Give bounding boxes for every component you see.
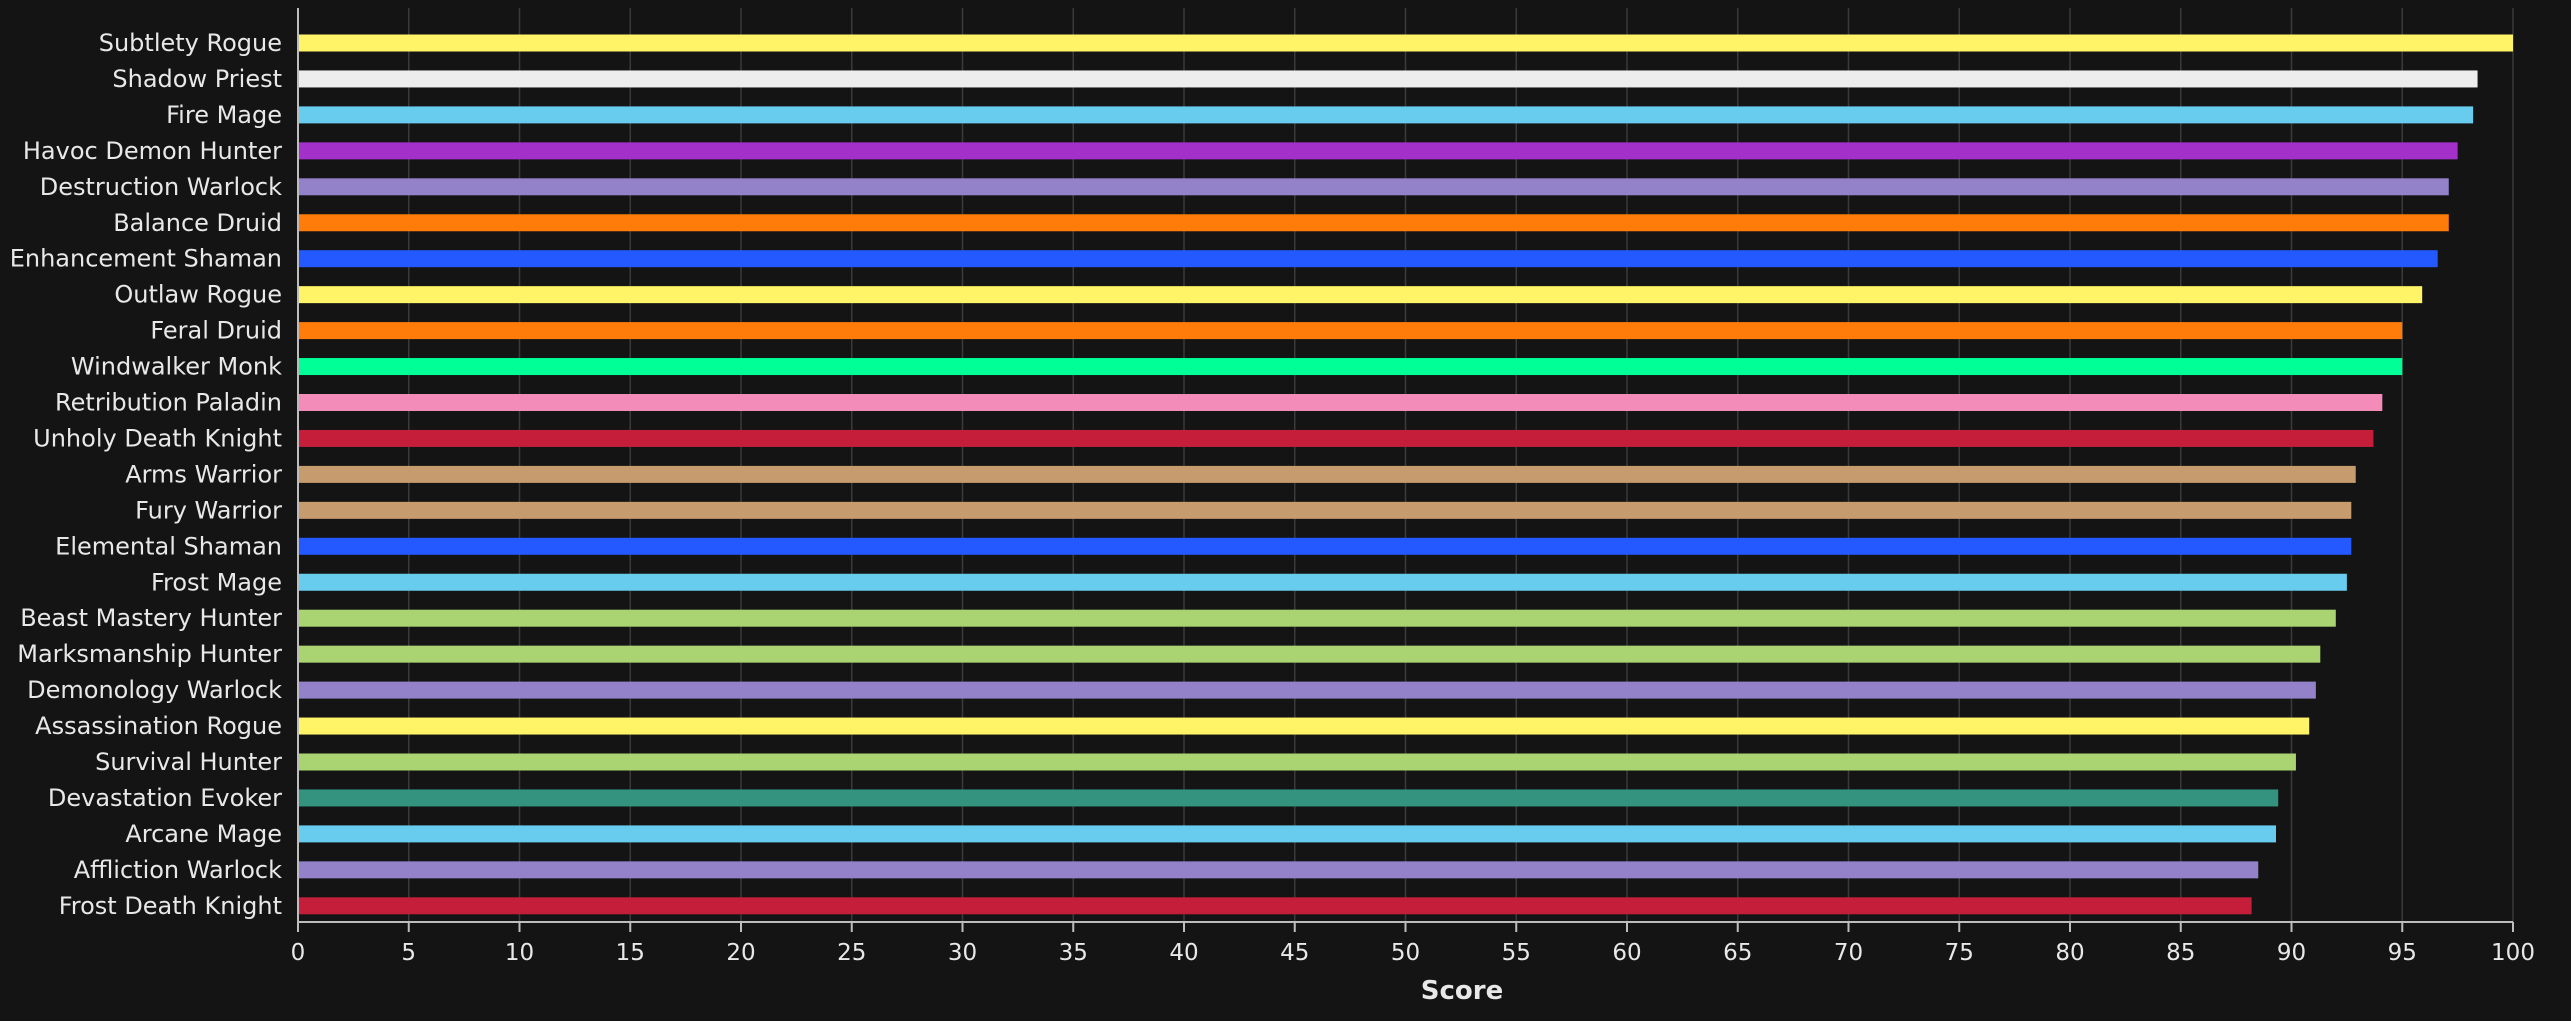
category-label: Demonology Warlock xyxy=(27,676,282,704)
bar-demonology-warlock[interactable] xyxy=(298,681,2316,699)
x-axis-title: Score xyxy=(1421,976,1503,1006)
category-label: Frost Death Knight xyxy=(59,892,282,920)
bar-shadow-priest[interactable] xyxy=(298,70,2478,88)
x-tick-label: 60 xyxy=(1612,940,1641,966)
bar-retribution-paladin[interactable] xyxy=(298,394,2383,411)
category-label: Marksmanship Hunter xyxy=(17,640,282,668)
x-tick-label: 10 xyxy=(505,940,534,966)
category-label: Outlaw Rogue xyxy=(114,281,282,309)
category-label: Elemental Shaman xyxy=(55,532,282,560)
x-tick-label: 70 xyxy=(1834,940,1863,966)
bar-havoc-demon-hunter[interactable] xyxy=(298,142,2458,160)
bar-subtlety-rogue[interactable] xyxy=(298,34,2513,52)
bar-balance-druid[interactable] xyxy=(298,214,2449,232)
x-tick-label: 65 xyxy=(1723,940,1752,966)
chart-svg: Subtlety Rogue Shadow Priest Fire Mage Havo… xyxy=(10,8,2535,1006)
bar-devastation-evoker[interactable] xyxy=(298,789,2279,807)
x-tick-label: 85 xyxy=(2166,940,2195,966)
category-label: Enhancement Shaman xyxy=(10,245,282,273)
category-label: Beast Mastery Hunter xyxy=(20,604,282,632)
x-tick-label: 20 xyxy=(726,940,755,966)
bar-affliction-warlock[interactable] xyxy=(298,861,2259,879)
category-label: Unholy Death Knight xyxy=(33,424,282,452)
bar-feral-druid[interactable] xyxy=(298,322,2403,340)
bar-fire-mage[interactable] xyxy=(298,106,2474,124)
bar-elemental-shaman[interactable] xyxy=(298,537,2352,555)
x-tick-label: 55 xyxy=(1502,940,1531,966)
category-label: Fire Mage xyxy=(166,101,282,129)
category-label: Shadow Priest xyxy=(112,65,282,93)
bar-frost-mage[interactable] xyxy=(298,573,2347,591)
x-tick-label: 25 xyxy=(837,940,866,966)
category-label: Feral Druid xyxy=(150,317,282,345)
category-labels: Subtlety Rogue Shadow Priest Fire Mage Havo… xyxy=(10,29,282,920)
bar-assassination-rogue[interactable] xyxy=(298,717,2310,735)
bar-beast-mastery-hunter[interactable] xyxy=(298,609,2336,627)
x-tick-label: 95 xyxy=(2388,940,2417,966)
bar-marksmanship-hunter[interactable] xyxy=(298,645,2321,663)
x-tick-label: 30 xyxy=(948,940,977,966)
x-tick-label: 40 xyxy=(1169,940,1198,966)
x-tick-label: 90 xyxy=(2277,940,2306,966)
category-label: Balance Druid xyxy=(113,209,282,237)
category-label: Subtlety Rogue xyxy=(99,29,282,57)
category-label: Destruction Warlock xyxy=(40,173,282,201)
category-label: Windwalker Monk xyxy=(71,353,282,381)
x-tick-label: 100 xyxy=(2491,940,2535,966)
x-tick-label: 45 xyxy=(1280,940,1309,966)
bar-frost-death-knight[interactable] xyxy=(298,897,2252,915)
category-label: Assassination Rogue xyxy=(35,712,282,740)
category-label: Devastation Evoker xyxy=(48,784,282,812)
x-tick-label: 80 xyxy=(2055,940,2084,966)
bar-windwalker-monk[interactable] xyxy=(298,358,2403,376)
x-tick-label: 50 xyxy=(1391,940,1420,966)
x-tick-label: 35 xyxy=(1059,940,1088,966)
x-tick-label: 15 xyxy=(616,940,645,966)
bar-arms-warrior[interactable] xyxy=(298,465,2356,483)
bar-destruction-warlock[interactable] xyxy=(298,178,2449,196)
bar-fury-warrior[interactable] xyxy=(298,501,2352,519)
category-label: Frost Mage xyxy=(151,568,282,596)
category-label: Havoc Demon Hunter xyxy=(23,137,282,165)
category-label: Affliction Warlock xyxy=(74,856,282,884)
category-label: Arms Warrior xyxy=(125,460,282,488)
bar-unholy-death-knight[interactable] xyxy=(298,429,2374,447)
bar-survival-hunter[interactable] xyxy=(298,753,2296,771)
x-tick-label: 5 xyxy=(401,940,416,966)
x-tick-label: 0 xyxy=(291,940,306,966)
category-label: Arcane Mage xyxy=(125,820,282,848)
score-bar-chart: Subtlety Rogue Shadow Priest Fire Mage Havo… xyxy=(0,0,2571,1016)
category-label: Survival Hunter xyxy=(95,748,282,776)
category-label: Fury Warrior xyxy=(135,496,282,524)
bar-enhancement-shaman[interactable] xyxy=(298,250,2438,268)
bar-arcane-mage[interactable] xyxy=(298,825,2276,843)
x-tick-label: 75 xyxy=(1945,940,1974,966)
bar-outlaw-rogue[interactable] xyxy=(298,286,2423,304)
category-label: Retribution Paladin xyxy=(55,389,282,417)
